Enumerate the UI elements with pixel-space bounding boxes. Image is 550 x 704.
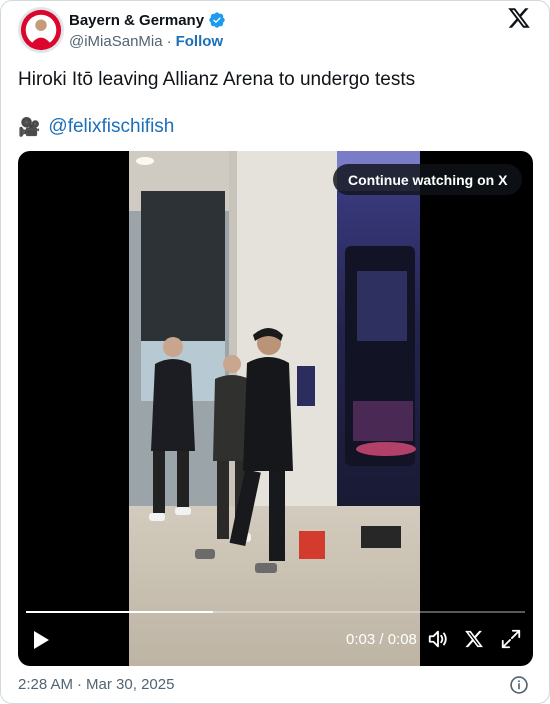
tweet-time: 2:28 AM (18, 676, 74, 693)
tweet-card: Bayern & Germany @iMiaSanMia · Follow Hi… (0, 0, 550, 704)
continue-watching-button[interactable]: Continue watching on X (333, 164, 523, 195)
tweet-date: Mar 30, 2025 (86, 676, 175, 693)
volume-icon[interactable] (427, 628, 449, 650)
tweet-text: Hiroki Itō leaving Allianz Arena to unde… (18, 69, 416, 90)
video-frame-image (129, 151, 420, 666)
video-player[interactable]: Continue watching on X 0:03 / 0:08 (18, 151, 533, 666)
video-frame (129, 151, 420, 666)
author-avatar[interactable] (18, 7, 64, 53)
verified-badge-icon (209, 12, 225, 28)
play-icon[interactable] (32, 630, 50, 650)
display-name[interactable]: Bayern & Germany (69, 12, 204, 29)
fullscreen-icon[interactable] (500, 628, 522, 650)
x-brand-icon[interactable] (464, 629, 484, 649)
info-icon[interactable] (509, 675, 529, 695)
name-row: Bayern & Germany (69, 10, 226, 30)
handle-separator: · (166, 32, 172, 50)
handle-row: @iMiaSanMia · Follow (69, 30, 226, 52)
video-progress-bar[interactable] (26, 611, 525, 613)
video-time: 0:03 / 0:08 (346, 631, 417, 648)
tweet-timestamp[interactable]: 2:28 AM · Mar 30, 2025 (18, 676, 174, 693)
video-progress-fill (26, 611, 214, 613)
author-handle[interactable]: @iMiaSanMia (69, 33, 163, 50)
x-logo-icon[interactable] (507, 6, 531, 30)
timestamp-separator: · (77, 676, 83, 693)
video-controls: 0:03 / 0:08 (18, 616, 533, 666)
credit-mention-link[interactable]: @felixfischifish (48, 115, 174, 139)
video-credit: 🎥 @felixfischifish (18, 115, 174, 139)
video-camera-icon: 🎥 (18, 117, 41, 137)
follow-button[interactable]: Follow (176, 33, 224, 50)
avatar-image (19, 8, 63, 52)
author-block: Bayern & Germany @iMiaSanMia · Follow (69, 10, 226, 52)
